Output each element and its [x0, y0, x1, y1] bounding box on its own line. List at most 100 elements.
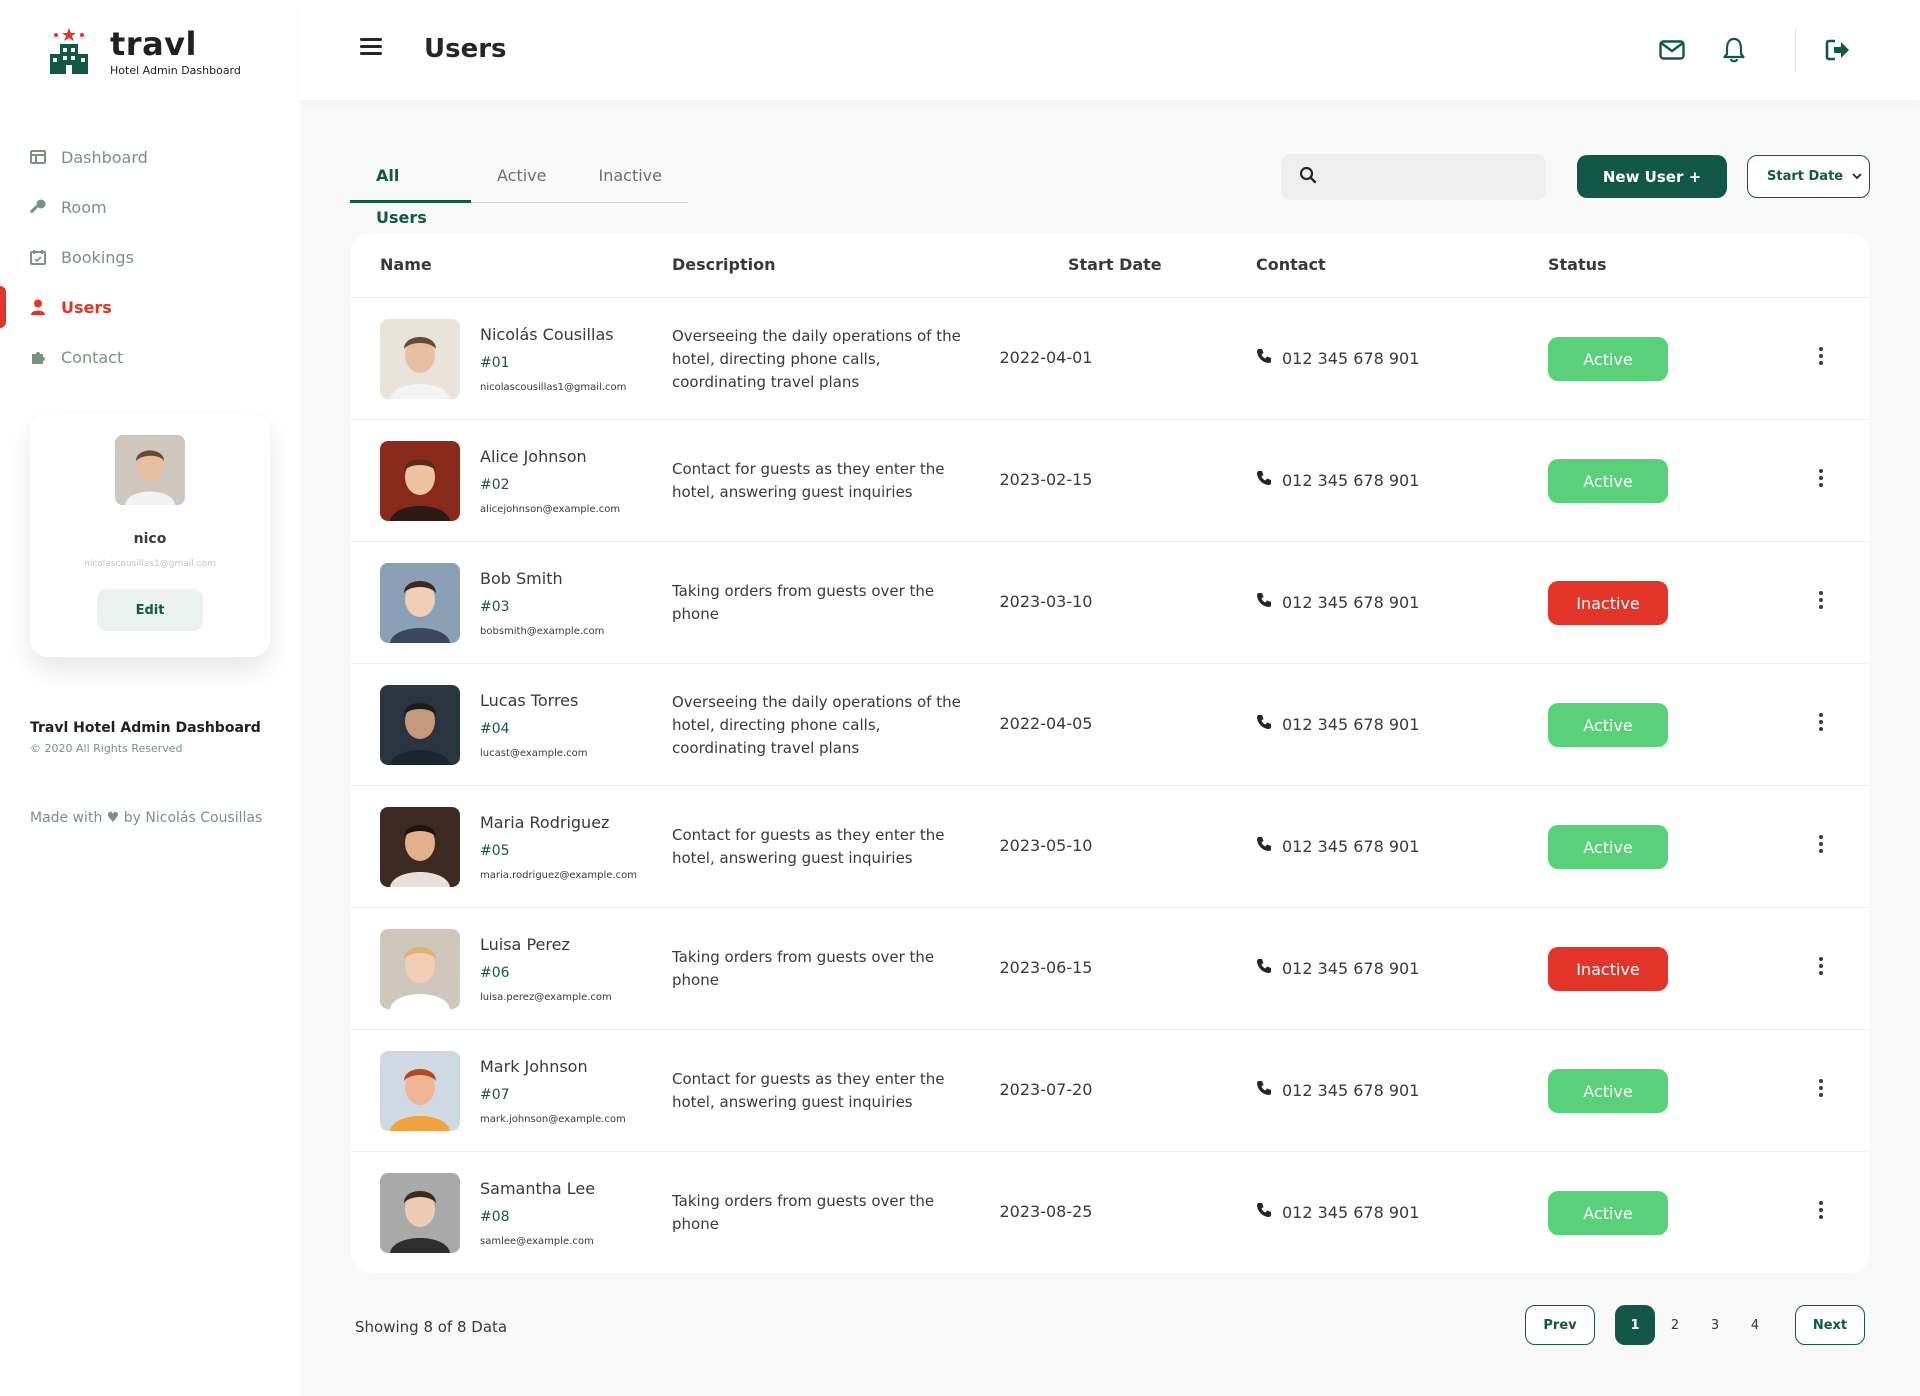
- user-contact: 012 345 678 901: [1256, 958, 1419, 978]
- status-badge[interactable]: Active: [1548, 1069, 1668, 1113]
- status-badge[interactable]: Inactive: [1548, 947, 1668, 991]
- user-id: #01: [480, 355, 510, 371]
- sidebar-item-label: Users: [61, 297, 112, 317]
- sort-select[interactable]: Start Date: [1747, 155, 1870, 198]
- more-options-icon[interactable]: [1816, 344, 1826, 368]
- phone-icon: [1256, 958, 1282, 978]
- new-user-button[interactable]: New User +: [1577, 155, 1727, 198]
- status-badge[interactable]: Active: [1548, 337, 1668, 381]
- page-title: Users: [424, 34, 507, 64]
- user-id: #02: [480, 477, 510, 493]
- phone-icon: [1256, 470, 1282, 490]
- column-header-description[interactable]: Description: [672, 255, 775, 274]
- footer-title: Travl Hotel Admin Dashboard: [30, 720, 261, 736]
- bell-icon[interactable]: [1718, 34, 1750, 66]
- more-options-icon[interactable]: [1816, 1076, 1826, 1100]
- status-badge[interactable]: Active: [1548, 825, 1668, 869]
- table-row[interactable]: Samantha Lee #08 samlee@example.com Taking …: [351, 1152, 1870, 1273]
- topbar-divider: [1795, 28, 1796, 72]
- page-4-button[interactable]: 4: [1735, 1305, 1775, 1345]
- table-row[interactable]: Mark Johnson #07 mark.johnson@example.com C…: [351, 1030, 1870, 1152]
- user-tabs: All Users Active Inactive: [350, 155, 689, 227]
- phone-icon: [1256, 348, 1282, 368]
- table-row[interactable]: Alice Johnson #02 alicejohnson@example.com…: [351, 420, 1870, 542]
- footer-made-with: Made with ♥ by Nicolás Cousillas: [30, 810, 263, 826]
- search-input[interactable]: [1329, 169, 1529, 185]
- avatar[interactable]: [115, 435, 185, 505]
- user-description: Overseeing the daily operations of the h…: [672, 692, 961, 757]
- user-description: Contact for guests as they enter the hot…: [672, 460, 945, 501]
- tab-inactive[interactable]: Inactive: [573, 155, 689, 203]
- mail-icon[interactable]: [1656, 34, 1688, 66]
- table-body: Nicolás Cousillas #01 nicolascousillas1@gm…: [351, 298, 1870, 1273]
- profile-card: nico nicolascousillas1@gmail.com Edit: [30, 415, 270, 657]
- user-id: #08: [480, 1209, 510, 1225]
- user-photo: [380, 1051, 460, 1131]
- more-options-icon[interactable]: [1816, 466, 1826, 490]
- profile-email: nicolascousillas1@gmail.com: [84, 559, 216, 569]
- user-contact: 012 345 678 901: [1256, 592, 1419, 612]
- table-row[interactable]: Bob Smith #03 bobsmith@example.com Taking o…: [351, 542, 1870, 664]
- user-name: Alice Johnson: [480, 447, 587, 466]
- table-row[interactable]: Luisa Perez #06 luisa.perez@example.com Tak…: [351, 908, 1870, 1030]
- footer-copyright: © 2020 All Rights Reserved: [30, 742, 183, 755]
- sidebar: travl Hotel Admin Dashboard Dashboard Ro…: [0, 0, 300, 1396]
- user-photo: [380, 441, 460, 521]
- status-badge[interactable]: Active: [1548, 703, 1668, 747]
- table-header: Name Description Start Date Contact Stat…: [351, 233, 1870, 298]
- brand-subtitle: Hotel Admin Dashboard: [110, 64, 241, 77]
- status-badge[interactable]: Active: [1548, 1191, 1668, 1235]
- page-1-button[interactable]: 1: [1615, 1305, 1655, 1345]
- user-email: nicolascousillas1@gmail.com: [480, 382, 627, 393]
- sidebar-item-bookings[interactable]: Bookings: [0, 232, 300, 282]
- user-id: #03: [480, 599, 510, 615]
- page-3-button[interactable]: 3: [1695, 1305, 1735, 1345]
- user-id: #04: [480, 721, 510, 737]
- user-contact: 012 345 678 901: [1256, 470, 1419, 490]
- logo[interactable]: travl Hotel Admin Dashboard: [48, 26, 241, 77]
- page-2-button[interactable]: 2: [1655, 1305, 1695, 1345]
- user-name: Samantha Lee: [480, 1179, 596, 1198]
- more-options-icon[interactable]: [1816, 710, 1826, 734]
- user-start-date: 2022-04-05: [999, 714, 1093, 733]
- key-icon: [29, 198, 47, 216]
- table-row[interactable]: Lucas Torres #04 lucast@example.com Oversee…: [351, 664, 1870, 786]
- more-options-icon[interactable]: [1816, 832, 1826, 856]
- menu-icon[interactable]: [360, 38, 382, 58]
- sidebar-item-users[interactable]: Users: [0, 282, 300, 332]
- user-name: Lucas Torres: [480, 691, 579, 710]
- column-header-contact[interactable]: Contact: [1256, 255, 1326, 274]
- table-row[interactable]: Maria Rodriguez #05 maria.rodriguez@exampl…: [351, 786, 1870, 908]
- table-row[interactable]: Nicolás Cousillas #01 nicolascousillas1@gm…: [351, 298, 1870, 420]
- status-badge[interactable]: Inactive: [1548, 581, 1668, 625]
- tab-all-users[interactable]: All Users: [350, 155, 471, 227]
- column-header-start-date[interactable]: Start Date: [1068, 255, 1162, 274]
- user-start-date: 2023-06-15: [999, 958, 1093, 977]
- column-header-status[interactable]: Status: [1548, 255, 1607, 274]
- user-description: Overseeing the daily operations of the h…: [672, 326, 961, 391]
- status-badge[interactable]: Active: [1548, 459, 1668, 503]
- more-options-icon[interactable]: [1816, 1198, 1826, 1222]
- user-description: Taking orders from guests over the phone: [672, 582, 935, 623]
- user-id: #06: [480, 965, 510, 981]
- sidebar-item-dashboard[interactable]: Dashboard: [0, 132, 300, 182]
- phone-icon: [1256, 1202, 1282, 1222]
- dashboard-icon: [29, 148, 47, 166]
- user-id: #05: [480, 843, 510, 859]
- edit-profile-button[interactable]: Edit: [97, 589, 203, 631]
- column-header-name[interactable]: Name: [380, 255, 432, 274]
- next-page-button[interactable]: Next: [1795, 1305, 1865, 1345]
- user-email: alicejohnson@example.com: [480, 504, 621, 515]
- tab-active[interactable]: Active: [471, 155, 573, 203]
- sidebar-item-label: Room: [61, 197, 107, 217]
- phone-icon: [1256, 592, 1282, 612]
- more-options-icon[interactable]: [1816, 588, 1826, 612]
- topbar: Users: [300, 0, 1920, 100]
- sidebar-item-contact[interactable]: Contact: [0, 332, 300, 382]
- logout-icon[interactable]: [1822, 34, 1854, 66]
- more-options-icon[interactable]: [1816, 954, 1826, 978]
- sidebar-item-room[interactable]: Room: [0, 182, 300, 232]
- user-description: Taking orders from guests over the phone: [672, 948, 935, 989]
- prev-page-button[interactable]: Prev: [1525, 1305, 1595, 1345]
- user-description: Contact for guests as they enter the hot…: [672, 1070, 945, 1111]
